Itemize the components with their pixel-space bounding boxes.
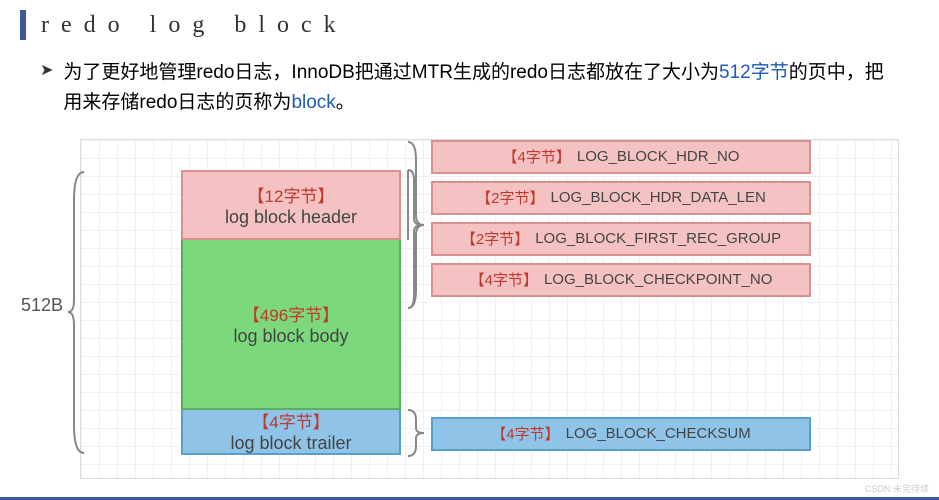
checksum-name: LOG_BLOCK_CHECKSUM	[566, 425, 751, 442]
trailer-label: log block trailer	[230, 433, 351, 454]
body-label: log block body	[233, 326, 348, 347]
block-trailer: 【4字节】 log block trailer	[181, 410, 401, 455]
body-size: 【496字节】	[243, 301, 339, 326]
right-brace-header-icon	[406, 140, 426, 310]
detail-checksum: 【4字节】 LOG_BLOCK_CHECKSUM	[431, 417, 811, 451]
block-body: 【496字节】 log block body	[181, 240, 401, 410]
bullet-text: 为了更好地管理redo日志，InnoDB把通过MTR生成的redo日志都放在了大…	[63, 58, 899, 119]
checksum-size: 【4字节】	[491, 423, 559, 444]
page-title: redo log block	[41, 12, 348, 39]
hdr-no-size: 【4字节】	[503, 146, 571, 167]
title-bar: redo log block	[0, 0, 939, 40]
left-brace-icon	[66, 170, 86, 455]
bullet-part1: 为了更好地管理redo日志，InnoDB把通过MTR生成的redo日志都放在了大…	[63, 62, 719, 83]
checkpoint-name: LOG_BLOCK_CHECKPOINT_NO	[544, 271, 772, 288]
bullet-part3: 。	[336, 92, 355, 113]
block-stack: 【12字节】 log block header 【496字节】 log bloc…	[181, 170, 401, 455]
first-rec-name: LOG_BLOCK_FIRST_REC_GROUP	[535, 230, 781, 247]
highlight-block: block	[291, 92, 335, 113]
title-accent	[20, 10, 26, 40]
detail-hdr-no: 【4字节】 LOG_BLOCK_HDR_NO	[431, 140, 811, 174]
watermark: CSDN 未完待续	[865, 482, 929, 495]
arrow-icon: ➤	[40, 60, 53, 80]
first-rec-size: 【2字节】	[461, 228, 529, 249]
detail-hdr-data-len: 【2字节】 LOG_BLOCK_HDR_DATA_LEN	[431, 181, 811, 215]
hdr-len-size: 【2字节】	[476, 187, 544, 208]
trailer-details: 【4字节】 LOG_BLOCK_CHECKSUM	[431, 417, 811, 458]
bullet-section: ➤ 为了更好地管理redo日志，InnoDB把通过MTR生成的redo日志都放在…	[0, 40, 939, 129]
detail-checkpoint: 【4字节】 LOG_BLOCK_CHECKPOINT_NO	[431, 263, 811, 297]
hdr-no-name: LOG_BLOCK_HDR_NO	[577, 148, 740, 165]
trailer-size: 【4字节】	[252, 408, 329, 433]
bullet-row: ➤ 为了更好地管理redo日志，InnoDB把通过MTR生成的redo日志都放在…	[40, 58, 899, 119]
block-header: 【12字节】 log block header	[181, 170, 401, 240]
right-brace-trailer-icon	[406, 408, 426, 458]
header-label: log block header	[225, 207, 357, 228]
highlight-512: 512字节	[719, 62, 789, 83]
total-size-label: 512B	[21, 295, 63, 316]
header-details: 【4字节】 LOG_BLOCK_HDR_NO 【2字节】 LOG_BLOCK_HDR…	[431, 140, 811, 304]
diagram: 512B 【12字节】 log block header 【496字节】 log…	[80, 139, 899, 479]
hdr-len-name: LOG_BLOCK_HDR_DATA_LEN	[550, 189, 765, 206]
header-size: 【12字节】	[248, 182, 335, 207]
detail-first-rec: 【2字节】 LOG_BLOCK_FIRST_REC_GROUP	[431, 222, 811, 256]
checkpoint-size: 【4字节】	[470, 269, 538, 290]
